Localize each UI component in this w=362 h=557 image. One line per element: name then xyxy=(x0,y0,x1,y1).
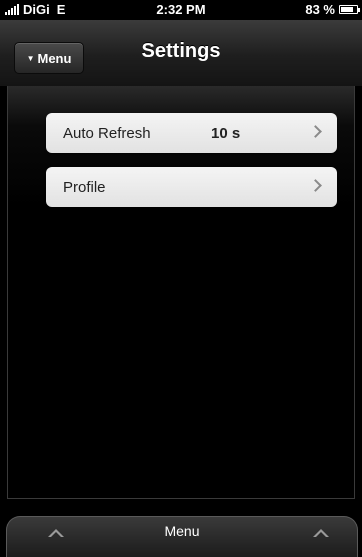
menu-tab-label: Menu xyxy=(164,523,200,539)
battery-percent: 83 % xyxy=(305,2,335,17)
chevron-right-icon xyxy=(309,125,322,138)
setting-auto-refresh[interactable]: Auto Refresh 10 s xyxy=(46,113,337,153)
navigation-bar: ▼ Menu Settings xyxy=(0,20,362,87)
settings-panel: Auto Refresh 10 s Profile xyxy=(7,86,355,499)
setting-label: Auto Refresh xyxy=(63,124,151,142)
battery-fill xyxy=(341,7,353,12)
page-title: Settings xyxy=(141,40,221,62)
bottom-bar: Menu xyxy=(0,516,362,557)
menu-tab[interactable]: Menu xyxy=(6,516,358,557)
triangle-up-icon xyxy=(313,529,329,537)
status-bar: DiGi E 2:32 PM 83 % xyxy=(0,0,362,20)
setting-label: Profile xyxy=(63,178,106,196)
status-right: 83 % xyxy=(305,2,360,17)
chevron-right-icon xyxy=(309,179,322,192)
setting-profile[interactable]: Profile xyxy=(46,167,337,207)
setting-value: 10 s xyxy=(211,124,241,142)
battery-icon xyxy=(339,5,360,14)
